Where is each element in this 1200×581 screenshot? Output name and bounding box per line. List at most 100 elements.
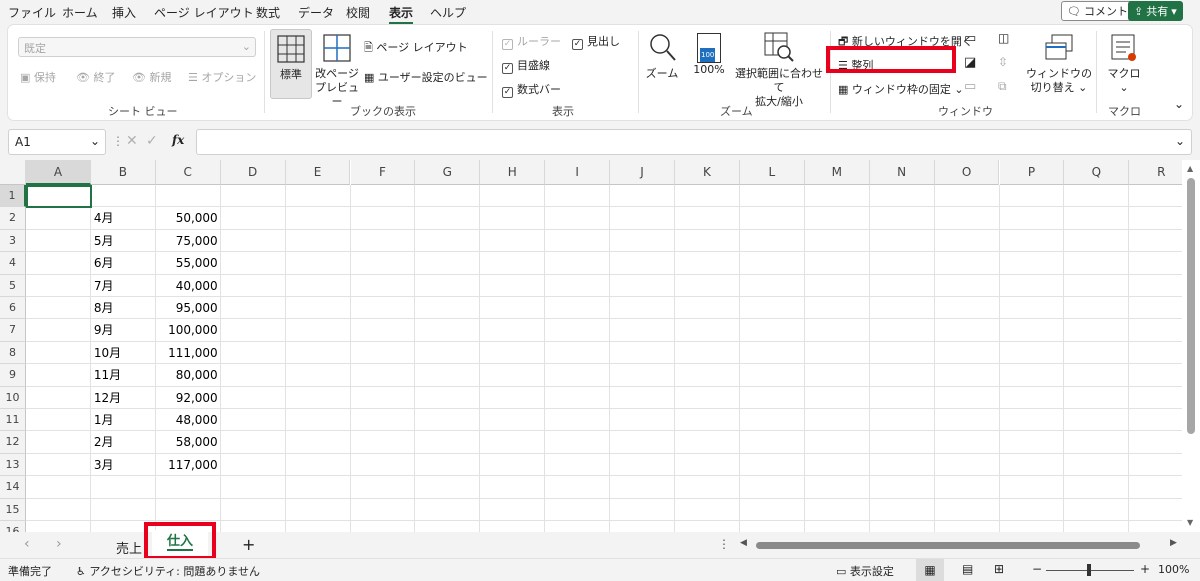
scroll-right-icon[interactable]: ▶ <box>1170 538 1177 548</box>
display-settings-button[interactable]: ▭ 表示設定 <box>836 563 894 579</box>
accessibility-status[interactable]: ♿ アクセシビリティ: 問題ありません <box>76 563 260 579</box>
column-header[interactable]: J <box>610 160 675 185</box>
cancel-icon[interactable]: ✕ <box>126 133 138 149</box>
view-side-by-side-icon[interactable]: ◫ <box>998 31 1009 45</box>
column-header[interactable]: R <box>1129 160 1182 185</box>
cell-month[interactable]: 8月 <box>94 297 114 319</box>
cell-amount[interactable]: 50,000 <box>156 207 218 229</box>
menu-view[interactable]: 表示 <box>389 4 414 24</box>
cell-month[interactable]: 6月 <box>94 252 114 274</box>
cell-month[interactable]: 7月 <box>94 275 114 297</box>
zoom-out-button[interactable]: − <box>1032 562 1042 576</box>
column-header[interactable]: E <box>285 160 351 185</box>
cell-month[interactable]: 3月 <box>94 454 114 476</box>
cell-month[interactable]: 10月 <box>94 342 121 364</box>
cell-month[interactable]: 1月 <box>94 409 114 431</box>
menu-file[interactable]: ファイル <box>8 4 56 21</box>
menu-insert[interactable]: 挿入 <box>112 4 136 21</box>
sheet-view-new-button[interactable]: 👁 新規 <box>132 69 171 85</box>
cell-month[interactable]: 4月 <box>94 207 114 229</box>
row-header[interactable]: 12 <box>0 431 26 454</box>
menu-data[interactable]: データ <box>298 4 334 21</box>
page-layout-button[interactable]: 🗎 ページ レイアウト <box>364 39 468 58</box>
cell-amount[interactable]: 55,000 <box>156 252 218 274</box>
chevron-left-icon[interactable]: ‹ <box>24 536 30 552</box>
page-layout-view-icon[interactable]: ▤ <box>962 562 973 576</box>
row-header[interactable]: 13 <box>0 453 26 477</box>
unhide-window-icon[interactable]: ▭ <box>964 79 976 94</box>
cell-amount[interactable]: 58,000 <box>156 431 218 453</box>
zoom-button[interactable]: ズーム <box>644 29 680 81</box>
row-header[interactable]: 2 <box>0 207 26 230</box>
row-header[interactable]: 11 <box>0 409 26 432</box>
row-header[interactable]: 10 <box>0 386 26 409</box>
hide-window-icon[interactable]: ◪ <box>964 55 976 70</box>
cell-amount[interactable]: 80,000 <box>156 364 218 386</box>
column-header[interactable]: F <box>350 160 416 185</box>
freeze-panes-button[interactable]: ▦ ウィンドウ枠の固定 ⌄ <box>838 81 964 97</box>
menu-review[interactable]: 校閲 <box>346 4 370 21</box>
column-header[interactable]: G <box>415 160 481 185</box>
column-header[interactable]: H <box>480 160 546 185</box>
page-break-preview-button[interactable]: 改ページ プレビュー <box>314 29 360 109</box>
row-header[interactable]: 15 <box>0 498 26 521</box>
menu-home[interactable]: ホーム <box>62 4 98 21</box>
insert-function-icon[interactable]: fx <box>172 133 184 147</box>
zoom-level[interactable]: 100% <box>1158 563 1189 576</box>
cell-amount[interactable]: 117,000 <box>156 454 218 476</box>
row-header[interactable]: 14 <box>0 476 26 499</box>
row-header[interactable]: 1 <box>0 185 26 208</box>
cell-month[interactable]: 11月 <box>94 364 121 386</box>
share-button[interactable]: ⇪ 共有 ▾ <box>1128 1 1183 21</box>
column-header[interactable]: C <box>155 160 221 185</box>
row-header[interactable]: 9 <box>0 364 26 387</box>
row-header[interactable]: 16 <box>0 521 26 532</box>
row-header[interactable]: 3 <box>0 229 26 253</box>
enter-icon[interactable]: ✓ <box>146 133 158 149</box>
menu-formulas[interactable]: 数式 <box>256 4 280 21</box>
column-header[interactable]: D <box>220 160 286 185</box>
gridlines-checkbox[interactable]: ✓ 目盛線 <box>502 57 550 74</box>
normal-view-button[interactable]: 標準 <box>270 29 312 99</box>
zoom-100-button[interactable]: 100 100% <box>686 29 732 77</box>
cell-amount[interactable]: 95,000 <box>156 297 218 319</box>
active-cell-selection[interactable] <box>26 185 92 209</box>
add-sheet-button[interactable]: + <box>242 535 255 554</box>
row-header[interactable]: 4 <box>0 252 26 275</box>
cell-month[interactable]: 2月 <box>94 431 114 453</box>
vertical-scrollbar[interactable]: ▲ ▼ <box>1182 160 1200 532</box>
zoom-to-selection-button[interactable]: 選択範囲に合わせて 拡大/縮小 <box>732 29 826 109</box>
column-header[interactable]: N <box>869 160 935 185</box>
more-options-icon[interactable]: ⋮ <box>112 134 124 148</box>
menu-help[interactable]: ヘルプ <box>430 4 466 21</box>
custom-views-button[interactable]: ▦ ユーザー設定のビュー <box>364 69 488 85</box>
row-header[interactable]: 8 <box>0 341 26 365</box>
cell-amount[interactable]: 111,000 <box>156 342 218 364</box>
column-header[interactable]: Q <box>1064 160 1130 185</box>
sheet-view-exit-button[interactable]: 👁 終了 <box>76 69 115 85</box>
cell-month[interactable]: 9月 <box>94 319 114 341</box>
cell-amount[interactable]: 100,000 <box>156 319 218 341</box>
reset-window-position-icon[interactable]: ⧉ <box>998 79 1007 94</box>
comment-button[interactable]: 🗨 コメント <box>1061 1 1134 21</box>
cell-amount[interactable]: 75,000 <box>156 230 218 252</box>
column-header[interactable]: L <box>739 160 805 185</box>
zoom-slider-thumb[interactable] <box>1087 564 1091 576</box>
scroll-up-icon[interactable]: ▲ <box>1187 164 1193 173</box>
sheet-view-options-button[interactable]: ☰ オプション <box>188 69 256 85</box>
column-header[interactable]: K <box>675 160 740 185</box>
name-box[interactable]: A1 ⌄ <box>8 129 106 155</box>
horizontal-scroll-thumb[interactable] <box>756 542 1140 549</box>
row-header[interactable]: 7 <box>0 319 26 342</box>
column-header[interactable]: P <box>999 160 1065 185</box>
page-break-view-icon[interactable]: ⊞ <box>994 562 1004 576</box>
sheet-tab-sales[interactable]: 売上 <box>116 538 142 557</box>
column-header[interactable]: O <box>934 160 1000 185</box>
formula-bar-checkbox[interactable]: ✓ 数式バー <box>502 81 561 98</box>
cell-amount[interactable]: 40,000 <box>156 275 218 297</box>
chevron-right-icon[interactable]: › <box>56 536 62 552</box>
cell-month[interactable]: 12月 <box>94 387 121 409</box>
more-options-icon[interactable]: ⋮ <box>718 537 730 551</box>
row-header[interactable]: 5 <box>0 274 26 297</box>
zoom-in-button[interactable]: + <box>1140 562 1150 576</box>
